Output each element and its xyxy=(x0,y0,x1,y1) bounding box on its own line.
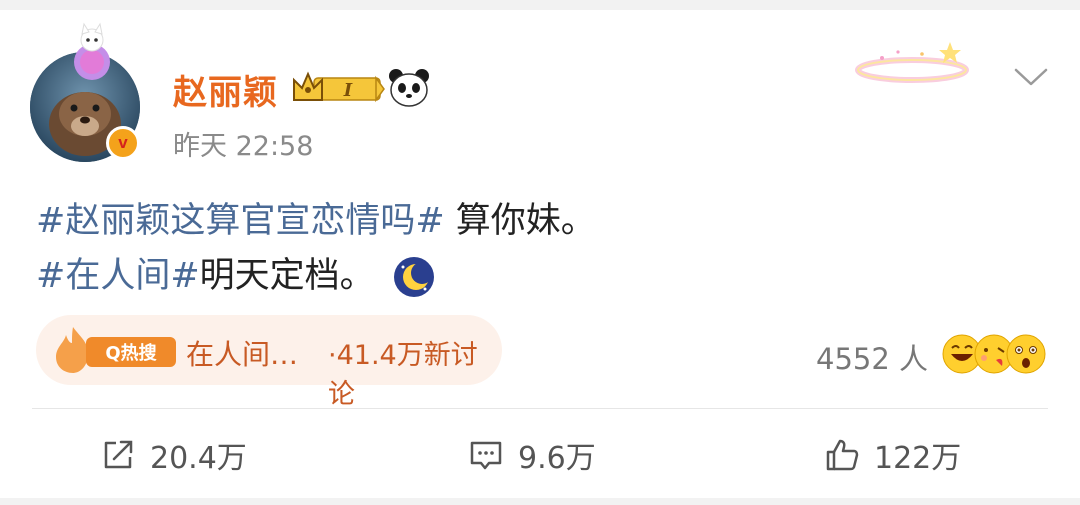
share-button[interactable]: 20.4万 xyxy=(100,435,247,476)
cat-pendant-icon xyxy=(74,22,110,80)
post-text: 算你妹。 xyxy=(444,201,596,241)
comment-icon xyxy=(470,441,502,470)
like-button[interactable]: 122万 xyxy=(824,435,962,476)
moon-emoji-icon xyxy=(393,257,434,297)
comment-count: 9.6万 xyxy=(518,441,596,476)
post-text-line1: #赵丽颖这算官宣恋情吗# 算你妹。 xyxy=(36,192,596,243)
reaction-emoji-group[interactable] xyxy=(942,332,1046,376)
share-icon xyxy=(104,440,133,469)
post-text: 明天定档。 xyxy=(199,256,375,296)
weibo-post-card: v 赵丽颖 I 昨天 22:58 #赵丽颖这算官宣恋情吗# 算你妹。 #在人间#… xyxy=(0,10,1080,498)
sparkle-decoration-icon xyxy=(855,42,969,83)
thumbs-up-icon xyxy=(826,439,859,471)
hot-search-topic: 在人间… xyxy=(186,338,299,371)
surprised-emoji-icon xyxy=(1006,334,1046,374)
chevron-down-icon[interactable] xyxy=(1012,65,1050,89)
comment-button[interactable]: 9.6万 xyxy=(468,435,596,476)
reaction-count: 4552 人 xyxy=(816,342,929,376)
post-text-line2: #在人间#明天定档。 xyxy=(36,247,436,299)
share-count: 20.4万 xyxy=(150,441,247,476)
hot-search-pill[interactable]: Q热搜 在人间… ·41.4万新讨论 xyxy=(36,315,502,410)
vip-level: I xyxy=(343,80,353,101)
hot-search-discussion-count: ·41.4万新讨论 xyxy=(328,340,478,410)
topic-hashtag-link[interactable]: #赵丽颖这算官宣恋情吗# xyxy=(36,201,445,241)
topic-hashtag-link[interactable]: #在人间# xyxy=(36,256,200,296)
like-count: 122万 xyxy=(874,441,962,476)
panda-icon[interactable] xyxy=(388,68,430,108)
post-timestamp: 昨天 22:58 xyxy=(173,131,314,162)
verified-badge: v xyxy=(106,126,140,160)
hot-search-tag: Q热搜 xyxy=(86,337,176,367)
vip-crown-badge-icon[interactable]: I xyxy=(290,70,386,108)
username[interactable]: 赵丽颖 xyxy=(173,65,278,114)
divider xyxy=(32,408,1048,409)
